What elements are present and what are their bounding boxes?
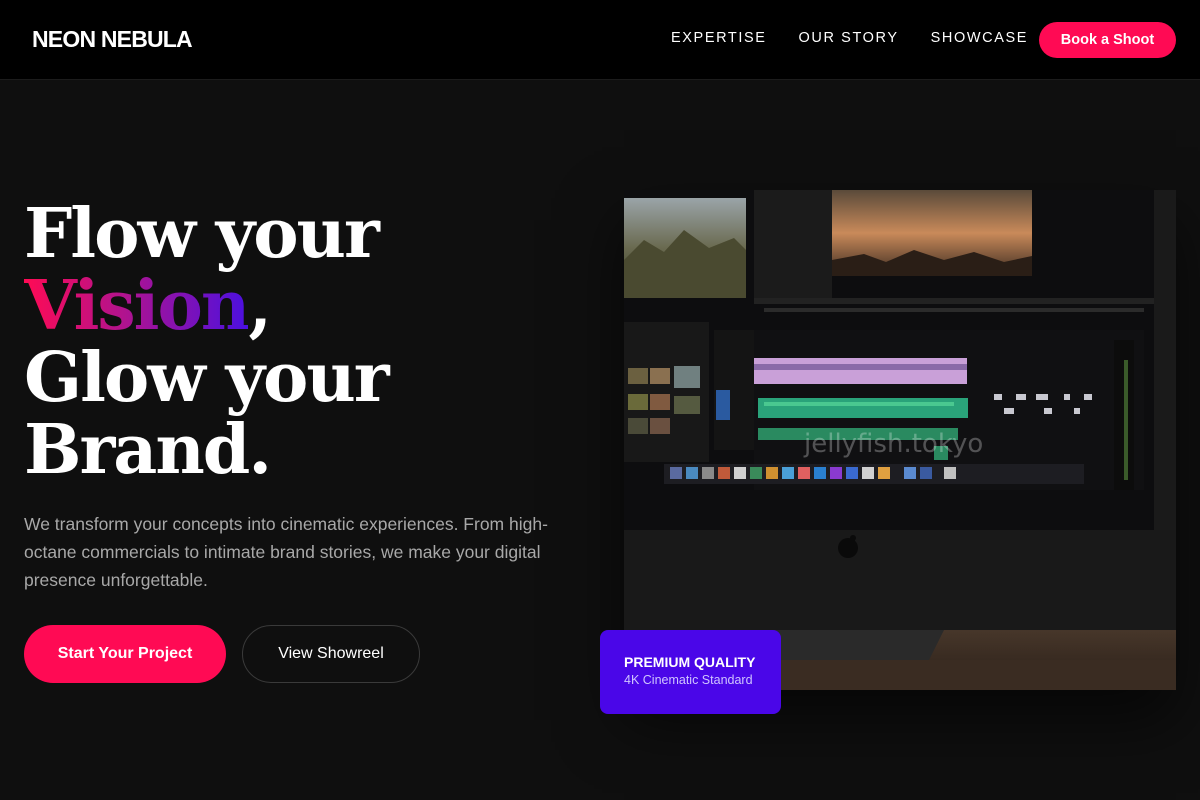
nav-link-expertise[interactable]: EXPERTISE (671, 30, 767, 46)
headline-comma: , (248, 266, 272, 346)
nav-link-showcase[interactable]: SHOWCASE (931, 30, 1028, 46)
headline-line-2: Vision, (24, 270, 388, 342)
nav-link-our-story[interactable]: OUR STORY (799, 30, 899, 46)
badge-subtitle: 4K Cinematic Standard (624, 673, 753, 687)
editing-monitor-illustration: jellyfish.tokyo (624, 190, 1176, 690)
image-watermark: jellyfish.tokyo (803, 429, 983, 459)
view-showreel-button[interactable]: View Showreel (242, 625, 420, 683)
brand-logo[interactable]: NEON NEBULA (32, 26, 193, 53)
headline-line-3: Glow your (24, 338, 390, 418)
top-navbar: NEON NEBULA EXPERTISE OUR STORY SHOWCASE… (0, 0, 1200, 80)
book-shoot-button[interactable]: Book a Shoot (1039, 22, 1176, 58)
headline-line-1: Flow your (24, 194, 380, 274)
headline-line-4: Brand. (24, 410, 272, 490)
headline-highlight: Vision (24, 266, 250, 346)
premium-quality-badge: PREMIUM QUALITY 4K Cinematic Standard (600, 630, 781, 714)
start-project-button[interactable]: Start Your Project (24, 625, 226, 683)
hero-description: We transform your concepts into cinemati… (24, 514, 548, 590)
badge-title: PREMIUM QUALITY (624, 654, 756, 670)
hero-headline: Flow your Vision, Glow your Brand. (24, 194, 390, 490)
hero-image: jellyfish.tokyo (624, 190, 1176, 690)
nav-links: EXPERTISE OUR STORY SHOWCASE (671, 30, 1028, 46)
